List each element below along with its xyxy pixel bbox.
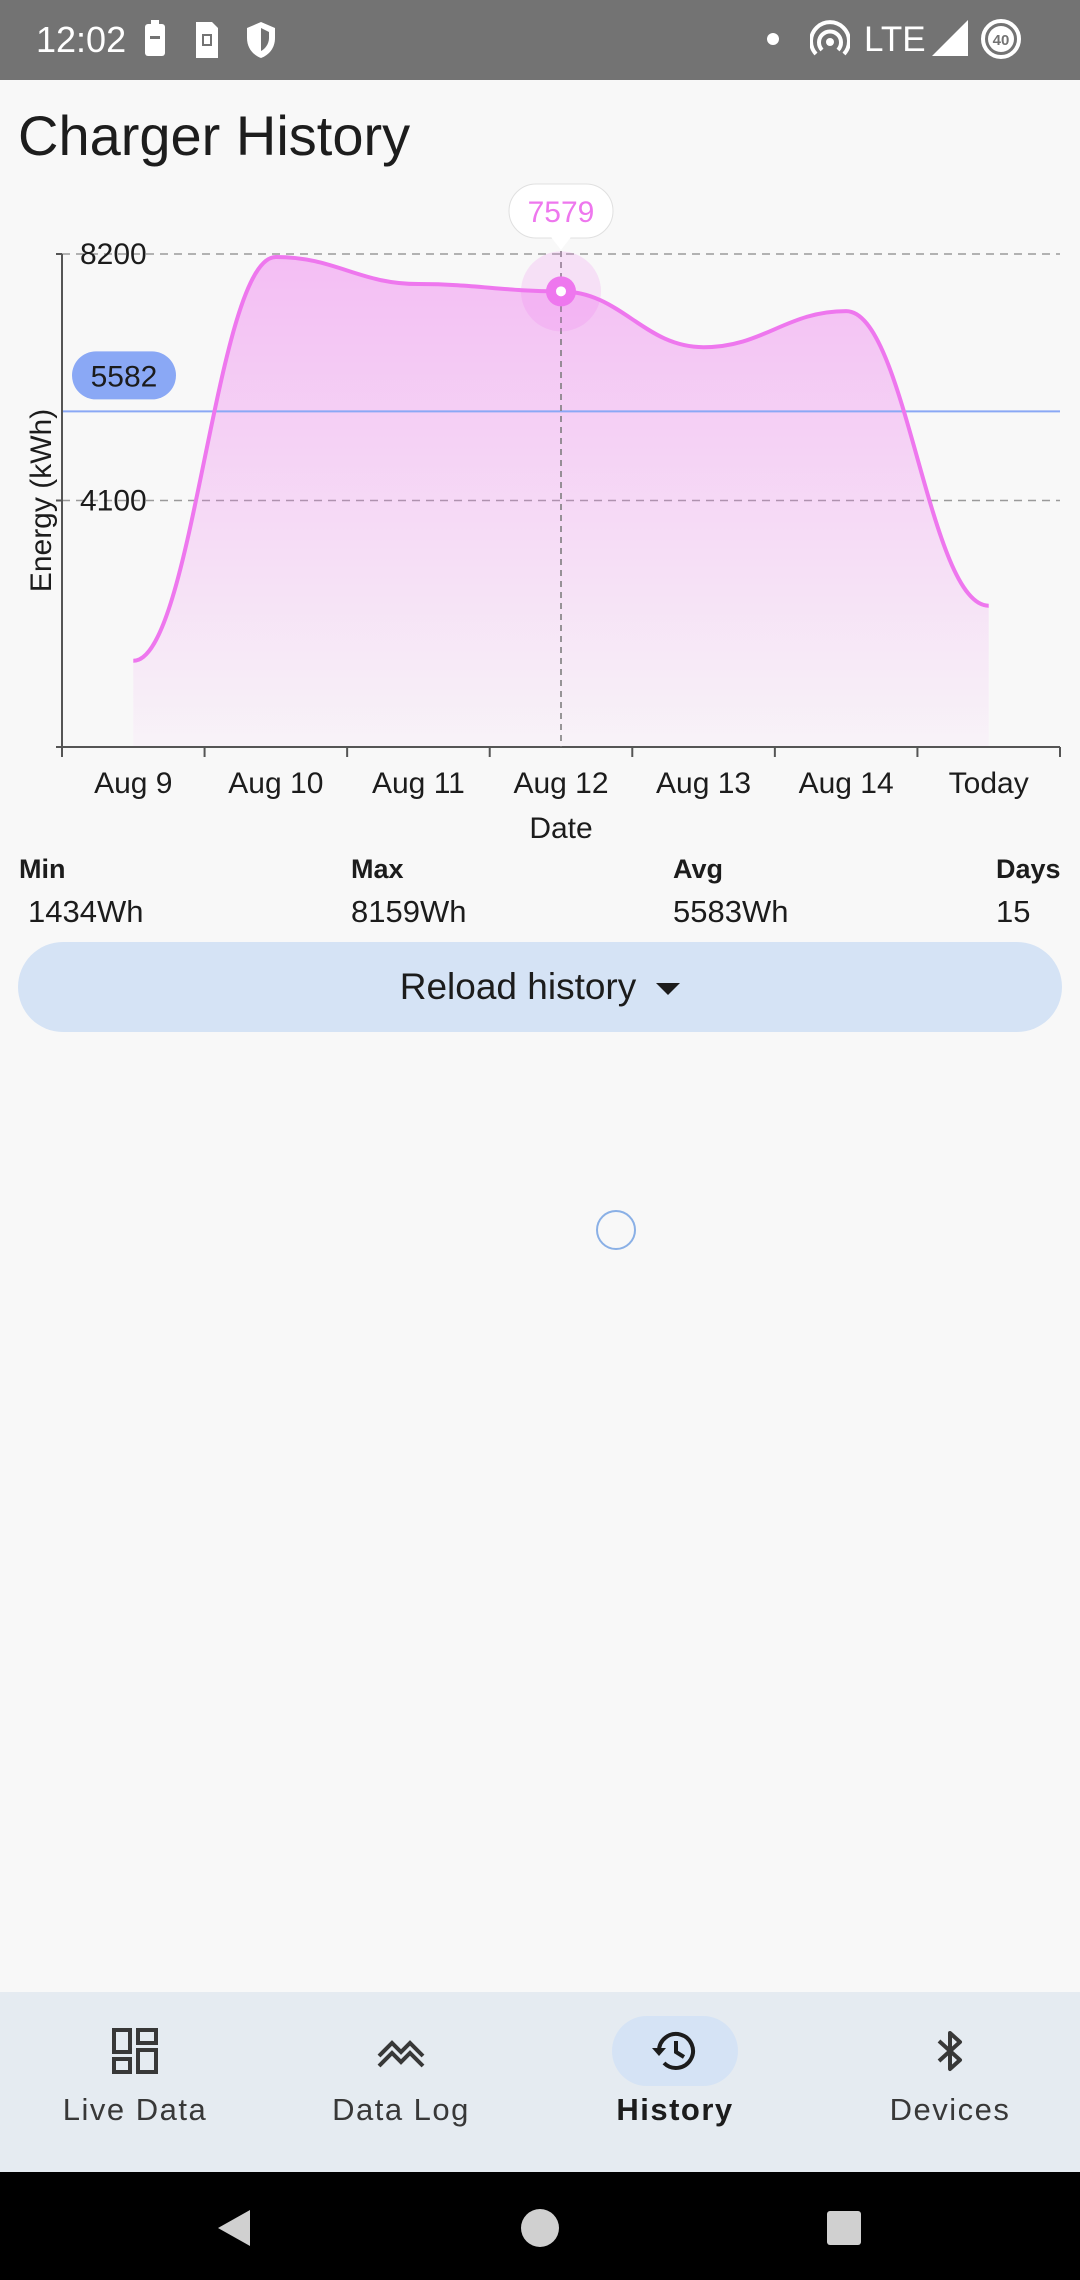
bottom-navigation: Live Data Data Log History Devices [0,1992,1080,2172]
selected-point-center [556,286,566,297]
stat-min-value: 1434Wh [28,894,144,929]
trending-icon [377,2040,425,2068]
stat-max-label: Max [351,854,404,884]
stat-min-label: Min [19,854,66,884]
reload-history-button[interactable]: Reload history [18,942,1062,1032]
hotspot-icon [810,20,850,56]
average-badge-label: 5582 [91,360,158,393]
dashboard-icon [112,2028,158,2074]
stat-max: Max 8159Wh [351,852,466,932]
bluetooth-icon [937,2031,962,2071]
y-axis-title: Energy (kWh) [25,409,58,592]
stat-days: Days 15 [996,852,1061,932]
back-icon[interactable] [214,2208,254,2248]
page-title: Charger History [18,104,411,167]
network-type: LTE [864,20,926,59]
x-tick-label: Aug 11 [372,767,465,800]
nav-live-data[interactable]: Live Data [0,1992,270,2172]
nav-devices[interactable]: Devices [815,1992,1080,2172]
history-icon [652,2031,695,2070]
x-tick-label: Aug 14 [799,767,894,800]
x-tick-label: Aug 12 [513,767,608,800]
dot-icon [767,33,779,45]
reload-history-label: Reload history [399,966,637,1007]
nav-label: Data Log [332,2092,470,2127]
stat-min: Min 1434Wh [19,852,143,932]
nav-data-log[interactable]: Data Log [266,1992,536,2172]
recents-icon[interactable] [826,2210,862,2246]
y-tick-label: 8200 [80,238,147,271]
battery-icon: 40 [981,19,1021,59]
home-icon[interactable] [520,2208,560,2248]
nav-label: Live Data [62,2092,208,2127]
x-tick-label: Aug 13 [656,767,751,800]
x-tick-label: Today [949,767,1029,800]
stat-avg-value: 5583Wh [673,894,789,929]
stat-avg: Avg 5583Wh [673,852,788,932]
loading-spinner [596,1210,636,1250]
dropdown-caret-icon [656,983,681,995]
nav-label: History [616,2092,734,2127]
stats-row: Min 1434Wh Max 8159Wh Avg 5583Wh Days 15 [0,852,1080,932]
system-navigation-bar [0,2172,1080,2280]
sim-card-icon [196,22,218,58]
battery-saver-icon [145,20,165,56]
x-axis-title: Date [529,812,592,845]
energy-history-chart[interactable]: 5582 7579 4100 8200 Aug 9 Aug 10 Aug 11 Aug 1… [0,170,1080,850]
shield-icon [247,22,275,58]
status-time: 12:02 [36,19,127,60]
x-tick-label: Aug 9 [94,767,172,800]
y-tick-label: 4100 [80,485,147,518]
status-bar: 12:02 LTE 40 [0,0,1080,80]
value-tooltip: 7579 [508,183,614,250]
tooltip-value: 7579 [528,196,595,229]
battery-level: 40 [993,32,1010,49]
nav-history[interactable]: History [540,1992,810,2172]
stat-avg-label: Avg [673,854,724,884]
stat-days-value: 15 [996,894,1031,929]
signal-icon [932,20,968,56]
nav-label: Devices [889,2092,1011,2127]
stat-max-value: 8159Wh [351,894,467,929]
x-tick-label: Aug 10 [228,767,323,800]
stat-days-label: Days [996,854,1061,884]
tooltip-pointer [551,237,571,250]
